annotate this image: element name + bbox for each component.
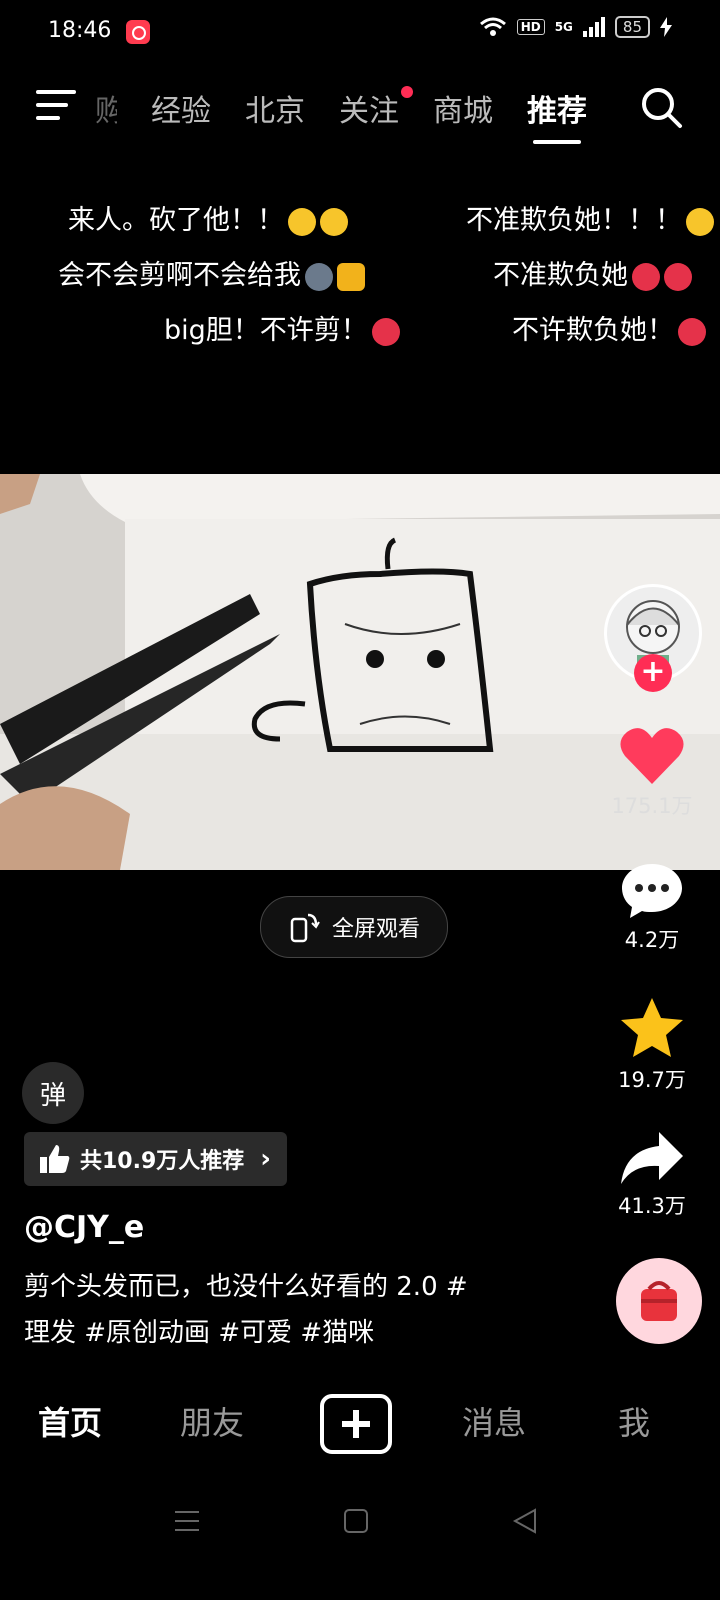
menu-icon[interactable] — [36, 90, 76, 124]
share-button[interactable]: 41.3万 — [602, 1130, 702, 1220]
favorite-button[interactable]: 19.7万 — [602, 996, 702, 1094]
gift-button[interactable] — [616, 1258, 702, 1344]
share-arrow-icon — [621, 1132, 683, 1184]
danmaku-item: 来人。砍了他！！ — [68, 198, 348, 237]
tab-recommended[interactable]: 推荐 — [527, 86, 587, 144]
star-icon — [621, 998, 683, 1057]
danmaku-text: 不准欺负她 — [493, 260, 628, 291]
angry-emoji-icon — [664, 262, 692, 291]
angry-emoji-icon — [632, 262, 660, 291]
danmaku-layer: 来人。砍了他！！ 不准欺负她！！！ 会不会剪啊不会给我 不准欺负她 big胆！不… — [0, 190, 720, 360]
tab-beijing[interactable]: 北京 — [245, 86, 305, 130]
top-nav: 购 经验 北京 关注 商城 推荐 — [0, 74, 720, 144]
tab-experience[interactable]: 经验 — [151, 86, 211, 130]
wifi-icon — [479, 17, 506, 36]
search-icon[interactable] — [640, 86, 684, 130]
network-type: 5G — [554, 20, 573, 34]
signal-icon — [582, 17, 605, 37]
comment-count: 4.2万 — [624, 928, 680, 952]
status-bar: 18:46 HD 5G 85 — [0, 0, 720, 64]
post-description: 剪个头发而已，也没什么好看的 2.0 # 理发 #原创动画 #可爱 #猫咪 — [24, 1264, 544, 1356]
hd-badge: HD — [516, 19, 545, 35]
author-name[interactable]: @CJY_e — [24, 1210, 144, 1245]
danmaku-item: 不许欺负她！ — [512, 308, 706, 347]
status-icons: HD 5G 85 — [479, 16, 672, 38]
danmaku-text: big胆！不许剪！ — [164, 315, 368, 346]
rotate-screen-icon — [290, 913, 320, 943]
smirk-emoji-icon — [320, 207, 348, 236]
like-button[interactable]: 175.1万 — [602, 726, 702, 820]
comment-button[interactable]: 4.2万 — [602, 862, 702, 954]
like-count: 175.1万 — [611, 794, 693, 818]
recommend-label: 共10.9万人推荐 — [80, 1149, 245, 1174]
status-time: 18:46 — [48, 18, 112, 43]
tab-shopping[interactable]: 购 — [95, 86, 117, 130]
create-post-button[interactable] — [320, 1394, 392, 1454]
recent-apps-icon[interactable] — [174, 1508, 200, 1534]
backpack-gift-icon — [641, 1281, 677, 1321]
angry-emoji-icon — [371, 317, 400, 346]
danmaku-toggle-button[interactable]: 弹 — [22, 1062, 84, 1124]
charging-icon — [660, 17, 672, 37]
share-count: 41.3万 — [618, 1194, 686, 1218]
fullscreen-button[interactable]: 全屏观看 — [260, 896, 448, 958]
home-square-icon[interactable] — [343, 1508, 369, 1534]
back-triangle-icon[interactable] — [512, 1508, 538, 1534]
angry-emoji-icon — [678, 317, 706, 346]
smirk-emoji-icon — [288, 207, 316, 236]
fullscreen-label: 全屏观看 — [331, 917, 420, 942]
comment-icon — [622, 864, 682, 918]
tab-following[interactable]: 关注 — [339, 86, 413, 130]
danmaku-toggle-label: 弹 — [39, 1080, 66, 1111]
recommend-pill[interactable]: 共10.9万人推荐 › — [24, 1132, 287, 1186]
chevron-right-icon: › — [260, 1144, 271, 1174]
bottom-nav: 首页 朋友 消息 我 — [0, 1390, 720, 1460]
notification-dot — [401, 86, 413, 98]
nav-home[interactable]: 首页 — [38, 1398, 102, 1444]
danmaku-text: 会不会剪啊不会给我 — [58, 260, 301, 291]
danmaku-text: 来人。砍了他！！ — [68, 205, 284, 236]
nav-me[interactable]: 我 — [618, 1398, 650, 1444]
danmaku-item: 不准欺负她 — [493, 253, 692, 292]
flex-arm-emoji-icon — [337, 262, 365, 291]
smirk-emoji-icon — [686, 207, 714, 236]
tab-mall[interactable]: 商城 — [433, 86, 493, 130]
nav-friends[interactable]: 朋友 — [180, 1398, 244, 1444]
description-hashtags[interactable]: 理发 #原创动画 #可爱 #猫咪 — [24, 1310, 544, 1356]
system-nav — [0, 1492, 720, 1556]
nav-messages[interactable]: 消息 — [462, 1398, 526, 1444]
feed-tabs: 购 经验 北京 关注 商城 推荐 — [95, 86, 587, 144]
favorite-count: 19.7万 — [618, 1068, 686, 1092]
danmaku-text: 不准欺负她！！！ — [466, 205, 682, 236]
thumbs-up-icon — [40, 1145, 70, 1173]
danmaku-text: 不许欺负她！ — [512, 315, 674, 346]
cat-emoji-icon — [305, 262, 333, 291]
danmaku-item: 不准欺负她！！！ — [466, 198, 714, 237]
heart-icon — [620, 728, 684, 784]
app-notification-icon — [126, 20, 150, 44]
tab-following-label: 关注 — [339, 94, 399, 129]
plus-icon — [342, 1410, 370, 1438]
follow-button[interactable]: + — [634, 654, 672, 692]
danmaku-item: 会不会剪啊不会给我 — [58, 253, 365, 292]
description-line: 剪个头发而已，也没什么好看的 2.0 # — [24, 1272, 468, 1302]
danmaku-item: big胆！不许剪！ — [164, 308, 400, 347]
battery-level: 85 — [614, 16, 650, 38]
